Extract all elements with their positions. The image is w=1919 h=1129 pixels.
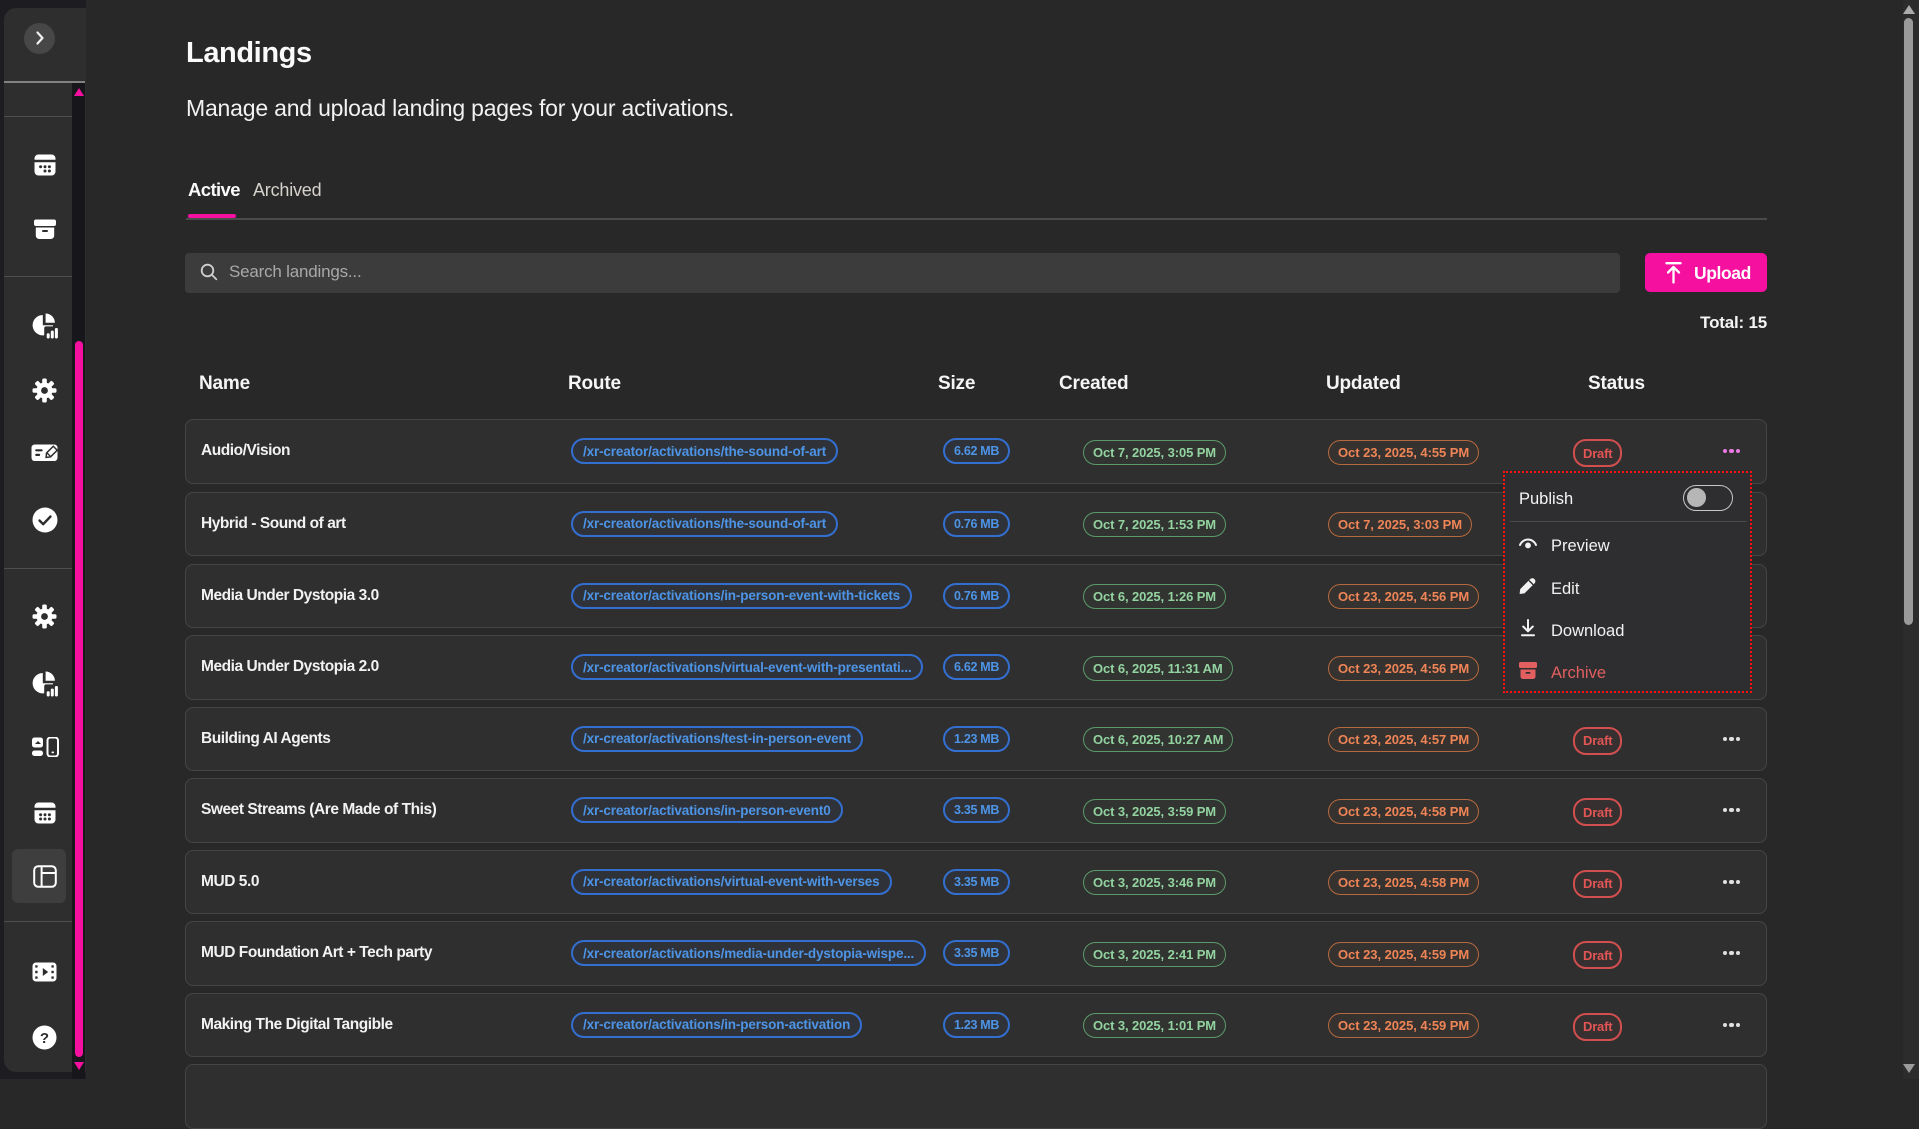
svg-text:?: ?: [40, 1030, 49, 1047]
